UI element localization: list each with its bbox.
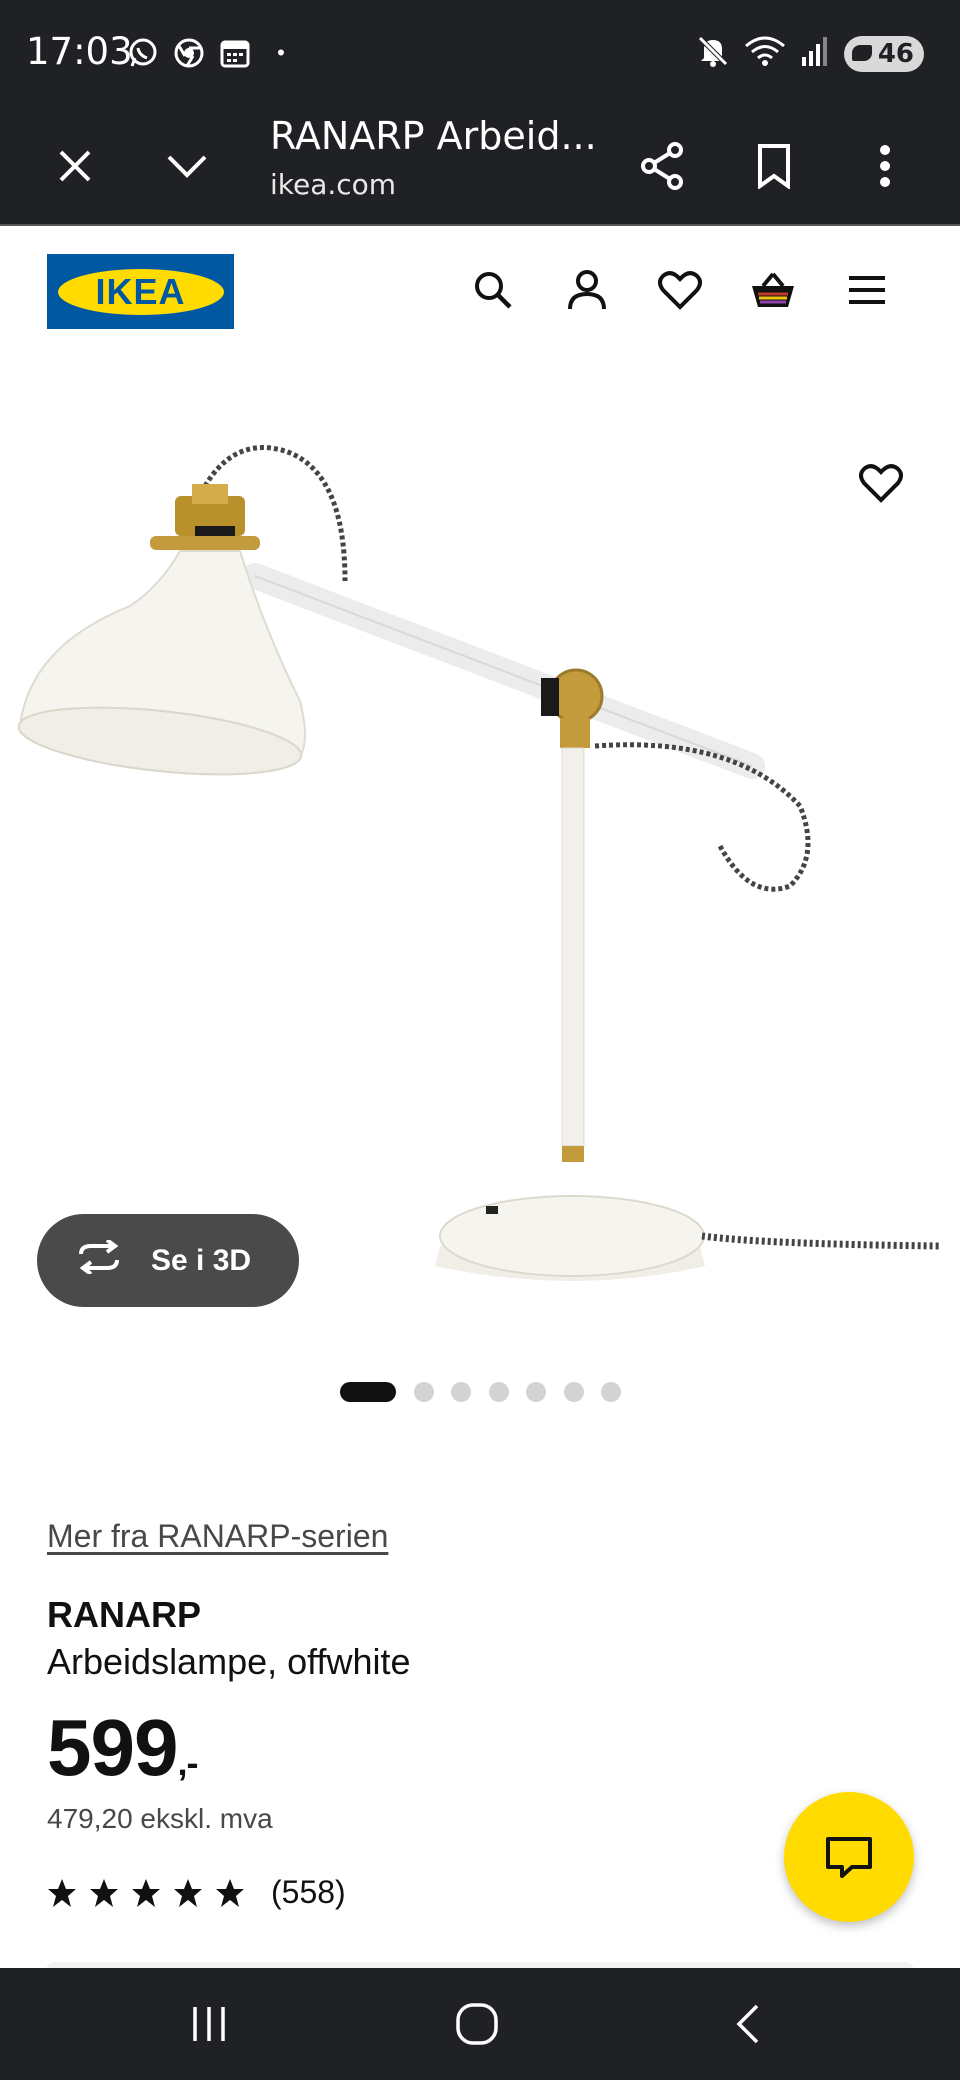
whatsapp-icon — [126, 36, 160, 70]
chrome-icon — [172, 36, 206, 70]
home-icon[interactable] — [445, 1994, 509, 2054]
more-icon[interactable] — [849, 130, 921, 202]
heart-icon[interactable] — [650, 260, 710, 320]
chevron-down-icon[interactable] — [151, 130, 223, 202]
product-rating[interactable]: (558) — [47, 1874, 346, 1911]
chat-button[interactable] — [784, 1792, 914, 1922]
star-icon — [174, 1878, 202, 1907]
product-description: Arbeidslampe, offwhite — [47, 1641, 411, 1682]
status-bar: 17:03 • 46 — [0, 0, 960, 108]
view-3d-label: Se i 3D — [151, 1243, 252, 1277]
rating-count: (558) — [271, 1874, 346, 1910]
back-icon[interactable] — [715, 1994, 779, 2054]
gallery-dot[interactable] — [601, 1382, 621, 1402]
product-image-gallery[interactable]: Se i 3D — [0, 356, 960, 1346]
system-nav-bar — [0, 1968, 960, 2080]
browser-toolbar: RANARP Arbeid... ikea.com — [0, 108, 960, 226]
menu-icon[interactable] — [837, 260, 897, 320]
lamp-image — [17, 445, 941, 1281]
user-icon[interactable] — [557, 260, 617, 320]
status-time: 17:03 — [26, 30, 133, 73]
mute-icon — [696, 34, 730, 73]
calendar-icon — [218, 36, 252, 70]
close-icon[interactable] — [39, 130, 111, 202]
notification-dot: • — [277, 40, 285, 65]
share-icon[interactable] — [627, 130, 699, 202]
star-icon — [216, 1878, 244, 1907]
recents-icon[interactable] — [177, 1994, 241, 2054]
series-link[interactable]: Mer fra RANARP-serien — [47, 1518, 388, 1555]
chat-icon — [826, 1837, 872, 1878]
signal-icon — [800, 35, 830, 72]
view-3d-button[interactable]: Se i 3D — [37, 1214, 299, 1307]
gallery-dot[interactable] — [489, 1382, 509, 1402]
tab-domain[interactable]: ikea.com — [270, 168, 396, 201]
gallery-dot[interactable] — [340, 1382, 396, 1402]
star-icon — [48, 1878, 76, 1907]
rotate-3d-icon — [75, 1237, 123, 1282]
gallery-pagination — [0, 1382, 960, 1402]
gallery-dot[interactable] — [414, 1382, 434, 1402]
gallery-dot[interactable] — [526, 1382, 546, 1402]
tab-title[interactable]: RANARP Arbeid... — [270, 114, 597, 158]
search-icon[interactable] — [463, 260, 523, 320]
product-name: RANARP — [47, 1594, 202, 1635]
gallery-dot[interactable] — [564, 1382, 584, 1402]
product-price: 599,- — [47, 1702, 198, 1794]
basket-icon[interactable] — [743, 260, 803, 320]
price-value: 599 — [47, 1703, 178, 1792]
gallery-dot[interactable] — [451, 1382, 471, 1402]
star-icon — [132, 1878, 160, 1907]
price-suffix: ,- — [177, 1742, 198, 1783]
wifi-icon — [744, 34, 786, 73]
star-icon — [90, 1878, 118, 1907]
add-to-favorites-icon[interactable] — [850, 452, 912, 514]
ikea-logo[interactable]: IKEA — [47, 254, 234, 329]
bookmark-icon[interactable] — [738, 130, 810, 202]
site-header: IKEA — [0, 226, 960, 356]
price-ex-vat: 479,20 ekskl. mva — [47, 1803, 273, 1834]
battery-icon: 46 — [843, 35, 924, 72]
